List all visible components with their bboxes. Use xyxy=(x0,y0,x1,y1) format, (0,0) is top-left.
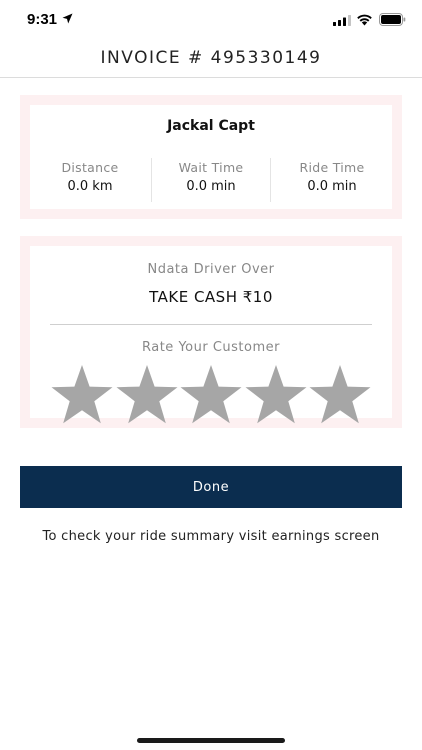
invoice-header: INVOICE # 495330149 xyxy=(0,40,422,78)
earnings-hint-text: To check your ride summary visit earning… xyxy=(42,529,380,544)
star-icon[interactable] xyxy=(308,364,372,424)
ride-time-label: Ride Time xyxy=(299,160,365,175)
take-cash-amount: TAKE CASH ₹10 xyxy=(149,288,273,306)
wait-time-value: 0.0 min xyxy=(186,179,236,194)
ride-details-card: Jackal Capt Distance 0.0 km Wait Time 0.… xyxy=(20,95,402,219)
distance-label: Distance xyxy=(61,160,119,175)
cellular-signal-icon xyxy=(333,15,351,26)
location-arrow-icon xyxy=(62,13,73,24)
driver-over-label: Ndata Driver Over xyxy=(147,262,275,277)
invoice-title: INVOICE # 495330149 xyxy=(100,48,322,68)
wait-time-label: Wait Time xyxy=(178,160,244,175)
ride-time-value: 0.0 min xyxy=(307,179,357,194)
distance-value: 0.0 km xyxy=(67,179,113,194)
rate-customer-label: Rate Your Customer xyxy=(142,340,280,355)
distance-stat: Distance 0.0 km xyxy=(30,158,150,202)
star-rating xyxy=(50,364,372,424)
status-time: 9:31 xyxy=(27,11,58,28)
star-icon[interactable] xyxy=(115,364,179,424)
divider xyxy=(50,324,372,325)
home-indicator xyxy=(137,738,285,743)
wifi-icon xyxy=(357,14,372,26)
ride-time-stat: Ride Time 0.0 min xyxy=(272,158,392,202)
wait-time-stat: Wait Time 0.0 min xyxy=(151,158,271,202)
payment-card: Ndata Driver Over TAKE CASH ₹10 Rate You… xyxy=(20,236,402,428)
status-bar: 9:31 xyxy=(0,0,422,40)
ride-stats: Distance 0.0 km Wait Time 0.0 min Ride T… xyxy=(30,158,392,206)
star-icon[interactable] xyxy=(244,364,308,424)
star-icon[interactable] xyxy=(50,364,114,424)
driver-name: Jackal Capt xyxy=(167,118,255,134)
done-button[interactable]: Done xyxy=(20,466,402,508)
battery-icon xyxy=(379,13,406,26)
star-icon[interactable] xyxy=(179,364,243,424)
